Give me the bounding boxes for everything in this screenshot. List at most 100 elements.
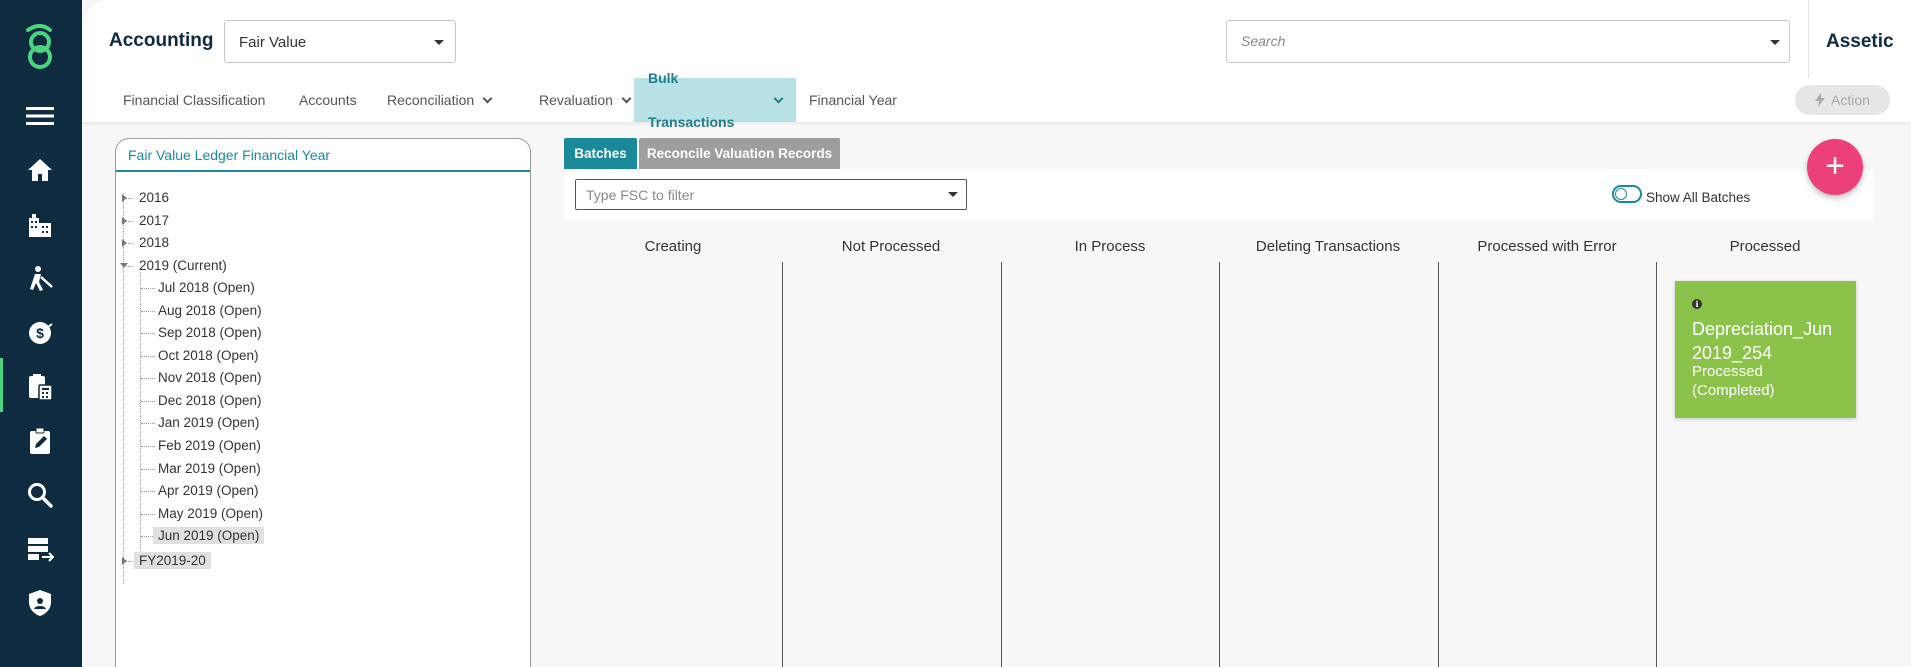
tab-label: Financial Year — [809, 92, 897, 108]
tree-guide-line — [124, 221, 133, 222]
tree-guide-line — [124, 561, 133, 562]
column-divider — [1219, 262, 1220, 667]
assetic-logo-icon[interactable] — [20, 24, 60, 70]
chevron-down-icon — [482, 93, 493, 103]
clipboard-edit-icon[interactable] — [23, 424, 57, 458]
action-label: Action — [1831, 92, 1870, 108]
home-icon[interactable] — [23, 153, 57, 187]
lightning-icon — [1815, 93, 1826, 107]
tree-guide-line — [141, 446, 155, 447]
tab-financial-classification[interactable]: Financial Classification — [109, 78, 279, 122]
plus-icon: + — [1825, 146, 1845, 185]
sidebar: $ — [0, 0, 82, 667]
tree-node-month[interactable]: Jan 2019 (Open) — [158, 415, 259, 430]
tab-bulk-transactions[interactable]: Bulk Transactions — [634, 70, 796, 130]
column-divider — [1438, 262, 1439, 667]
tab-reconciliation[interactable]: Reconciliation — [373, 78, 505, 122]
buildings-icon[interactable] — [23, 208, 57, 242]
tab-label: Reconciliation — [387, 92, 475, 108]
tab-batches[interactable]: Batches — [564, 138, 637, 169]
tree-node-month[interactable]: Feb 2019 (Open) — [158, 438, 261, 453]
search-input[interactable] — [1241, 33, 1741, 49]
shield-icon[interactable] — [23, 586, 57, 620]
tree-node-month[interactable]: Mar 2019 (Open) — [158, 461, 261, 476]
tree-node-month[interactable]: May 2019 (Open) — [158, 506, 263, 521]
tree-guide-line — [141, 311, 155, 312]
tree-node-month[interactable]: Oct 2018 (Open) — [158, 348, 259, 363]
info-icon[interactable]: i — [1692, 299, 1702, 309]
fsc-filter-input[interactable] — [586, 187, 926, 203]
fsc-filter-select[interactable] — [575, 179, 967, 210]
tree-guide-line — [141, 514, 155, 515]
column-header-processed-with-error: Processed with Error — [1477, 238, 1617, 255]
tree-node-month[interactable]: Jul 2018 (Open) — [158, 280, 255, 295]
tree-title-underline — [116, 170, 530, 172]
toggle-knob — [1615, 188, 1627, 200]
brand-name: Assetic — [1826, 31, 1894, 52]
show-all-batches-label: Show All Batches — [1646, 190, 1751, 205]
menu-icon[interactable] — [23, 99, 57, 133]
financial-year-tree-panel: Fair Value Ledger Financial Year 2016 20… — [115, 138, 531, 667]
tab-accounts[interactable]: Accounts — [285, 78, 371, 122]
sub-navigation: Financial Classification Accounts Reconc… — [82, 70, 1911, 130]
global-search[interactable] — [1226, 20, 1790, 63]
tree-node-month[interactable]: Aug 2018 (Open) — [158, 303, 262, 318]
tab-label: Revaluation — [539, 92, 613, 108]
tab-label: Bulk Transactions — [648, 70, 735, 130]
column-header-creating: Creating — [644, 238, 702, 255]
accounting-icon[interactable] — [23, 370, 57, 404]
tab-reconcile-valuation-records[interactable]: Reconcile Valuation Records — [639, 138, 840, 169]
module-select-value: Fair Value — [239, 34, 307, 51]
tree-node-month[interactable]: Nov 2018 (Open) — [158, 370, 262, 385]
tab-financial-year[interactable]: Financial Year — [795, 78, 911, 122]
batch-card-status: Processed (Completed) — [1692, 363, 1775, 399]
worker-icon[interactable] — [23, 262, 57, 296]
tree-guide-line — [141, 469, 155, 470]
tree-guide-line — [124, 266, 133, 267]
tree-node-month[interactable]: Dec 2018 (Open) — [158, 393, 262, 408]
data-transfer-icon[interactable] — [23, 532, 57, 566]
module-select[interactable]: Fair Value — [224, 20, 456, 63]
tree-guide-line — [141, 288, 155, 289]
chevron-down-icon — [773, 93, 784, 103]
tree-guide-line — [141, 378, 155, 379]
column-divider — [782, 262, 783, 667]
add-batch-button[interactable]: + — [1807, 139, 1863, 195]
svg-text:$: $ — [36, 325, 44, 341]
tree-node-year[interactable]: 2017 — [139, 213, 169, 228]
finance-icon[interactable]: $ — [23, 316, 57, 350]
action-button[interactable]: Action — [1795, 85, 1890, 115]
show-all-batches-toggle[interactable] — [1612, 185, 1642, 203]
tree-guide-line — [141, 491, 155, 492]
search-icon[interactable] — [23, 478, 57, 512]
column-divider — [1001, 262, 1002, 667]
tree-node-year[interactable]: FY2019-20 — [134, 552, 211, 569]
tree-node-year[interactable]: 2018 — [139, 235, 169, 250]
tab-revaluation[interactable]: Revaluation — [525, 78, 644, 122]
tree-node-month[interactable]: Apr 2019 (Open) — [158, 483, 259, 498]
tree-node-month[interactable]: Sep 2018 (Open) — [158, 325, 262, 340]
tree-guide-line — [141, 356, 155, 357]
column-divider — [1656, 262, 1657, 667]
tree-guide-line — [124, 198, 133, 199]
batch-card[interactable]: i Depreciation_Jun 2019_254 Processed (C… — [1675, 281, 1856, 418]
column-header-not-processed: Not Processed — [841, 238, 941, 255]
tab-label: Financial Classification — [123, 92, 266, 108]
sidebar-active-indicator — [0, 358, 3, 412]
module-title: Accounting — [109, 30, 214, 51]
tab-label: Accounts — [299, 92, 357, 108]
column-header-in-process: In Process — [1074, 238, 1146, 255]
tree-panel-title: Fair Value Ledger Financial Year — [128, 147, 331, 163]
tree-node-year[interactable]: 2016 — [139, 190, 169, 205]
tree-guide-line — [141, 401, 155, 402]
tree-node-year-current[interactable]: 2019 (Current) — [139, 258, 227, 273]
column-header-deleting-transactions: Deleting Transactions — [1255, 238, 1401, 255]
header-divider — [1808, 0, 1809, 78]
tree-guide-line — [123, 193, 124, 584]
tree-guide-line — [141, 423, 155, 424]
top-header: Accounting Fair Value Assetic — [82, 0, 1911, 78]
chevron-down-icon[interactable] — [1770, 40, 1780, 45]
tree-node-month-selected[interactable]: Jun 2019 (Open) — [153, 527, 265, 544]
chevron-down-icon — [621, 93, 632, 103]
chevron-down-icon[interactable] — [948, 192, 958, 197]
